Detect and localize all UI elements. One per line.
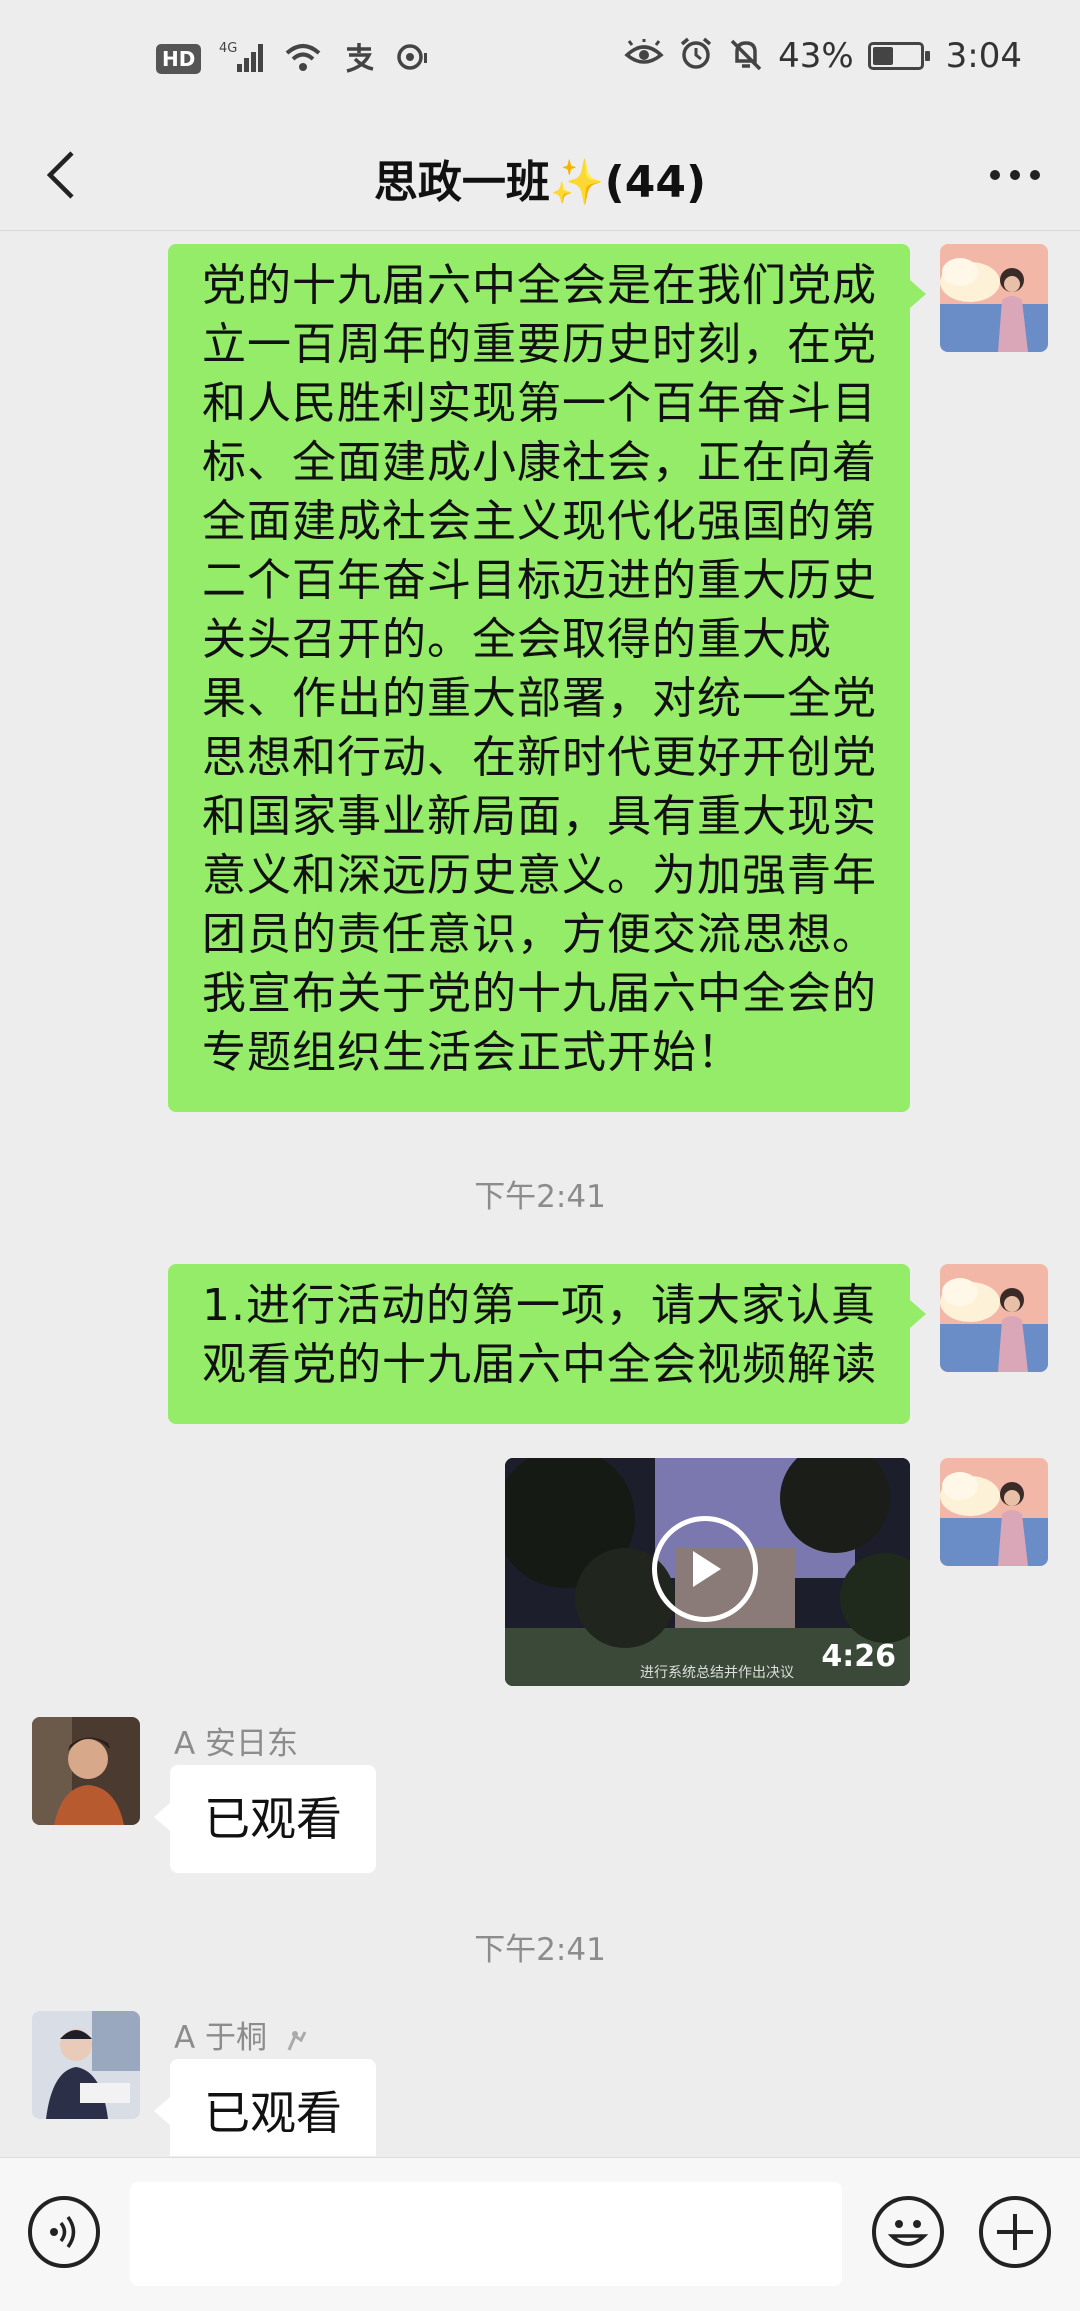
emoji-button[interactable] [872,2196,944,2268]
more-dots-icon [990,170,1040,180]
voice-input-button[interactable] [28,2196,100,2268]
timestamp: 下午2:41 [474,1179,606,1215]
message-line: 立一百周年的重要历史时刻，在党 [202,319,877,370]
eye-icon [624,39,664,73]
outgoing-message[interactable]: 1.进行活动的第一项，请大家认真 观看党的十九届六中全会视频解读 [168,1264,926,1424]
chat-area[interactable]: 党的十九届六中全会是在我们党成 立一百周年的重要历史时刻，在党 和人民胜利实现第… [0,231,1080,2156]
message-line: 意义和深远历史意义。为加强青年 [202,850,877,901]
smiley-icon [887,2220,929,2246]
message-line: 和国家事业新局面，具有重大现实 [202,791,877,842]
wifi-icon [283,41,323,77]
hd-badge: HD [156,44,202,74]
sender-avatar[interactable] [32,2011,140,2119]
sender-name-text: A 于桐 [174,2020,268,2056]
message-line: 二个百年奋斗目标迈进的重大历史 [202,555,877,606]
my-avatar[interactable] [940,1264,1048,1372]
voice-icon [50,2215,76,2249]
message-line: 党的十九届六中全会是在我们党成 [202,260,877,311]
message-line: 标、全面建成小康社会，正在向着 [202,437,877,488]
incoming-message[interactable]: 已观看 [154,2059,376,2156]
my-avatar[interactable] [940,244,1048,352]
my-avatar[interactable] [940,1458,1048,1566]
battery-icon [867,42,930,70]
sender-name: A 于桐 [174,2012,311,2057]
clock: 3:04 [945,36,1022,76]
status-right: 43% 3:04 [624,36,1022,76]
message-line: 我宣布关于党的十九届六中全会的 [202,968,877,1019]
battery-fill [872,47,893,65]
location-icon [395,41,429,77]
message-line: 和人民胜利实现第一个百年奋斗目 [202,378,877,429]
more-options-button[interactable] [980,140,1050,210]
status-bar: HD 4G 43% 3:04 [0,0,1080,120]
network-type: 4G [219,41,237,56]
status-left: HD 4G [156,40,429,78]
sender-avatar[interactable] [32,1717,140,1825]
more-functions-button[interactable] [979,2196,1051,2268]
video-duration: 4:26 [821,1639,896,1674]
play-icon [693,1551,721,1587]
message-line: 关头召开的。全会取得的重大成 [202,614,832,665]
timestamp: 下午2:41 [474,1932,606,1968]
message-line: 1.进行活动的第一项，请大家认真 [202,1280,876,1331]
message-line: 果、作出的重大部署，对统一全党 [202,673,877,724]
sender-name: A 安日东 [174,1726,299,1762]
plus-icon [997,2214,1033,2250]
chat-title: 思政一班✨(44) [373,157,707,208]
play-button[interactable] [652,1516,758,1622]
alipay-icon [341,41,377,77]
message-line: 团员的责任意识，方便交流思想。 [202,909,877,960]
message-input[interactable] [130,2182,842,2286]
message-line: 观看党的十九届六中全会视频解读 [202,1339,877,1390]
status-emoji-icon [287,2030,307,2051]
nav-bar: 思政一班✨(44) [0,120,1080,231]
input-bar [0,2157,1080,2311]
signal-icon: 4G [219,40,265,78]
message-line: 全面建成社会主义现代化强国的第 [202,496,877,547]
incoming-message[interactable]: 已观看 [154,1765,376,1873]
video-message[interactable]: 进行系统总结并作出决议 4:26 [505,1458,910,1686]
message-line: 思想和行动、在新时代更好开创党 [202,732,877,783]
outgoing-message[interactable]: 党的十九届六中全会是在我们党成 立一百周年的重要历史时刻，在党 和人民胜利实现第… [168,244,926,1112]
message-line: 专题组织生活会正式开始！ [202,1027,742,1078]
alarm-icon [678,37,714,75]
mute-bell-icon [728,37,764,75]
video-caption: 进行系统总结并作出决议 [640,1665,794,1681]
battery-percent: 43% [778,36,854,76]
